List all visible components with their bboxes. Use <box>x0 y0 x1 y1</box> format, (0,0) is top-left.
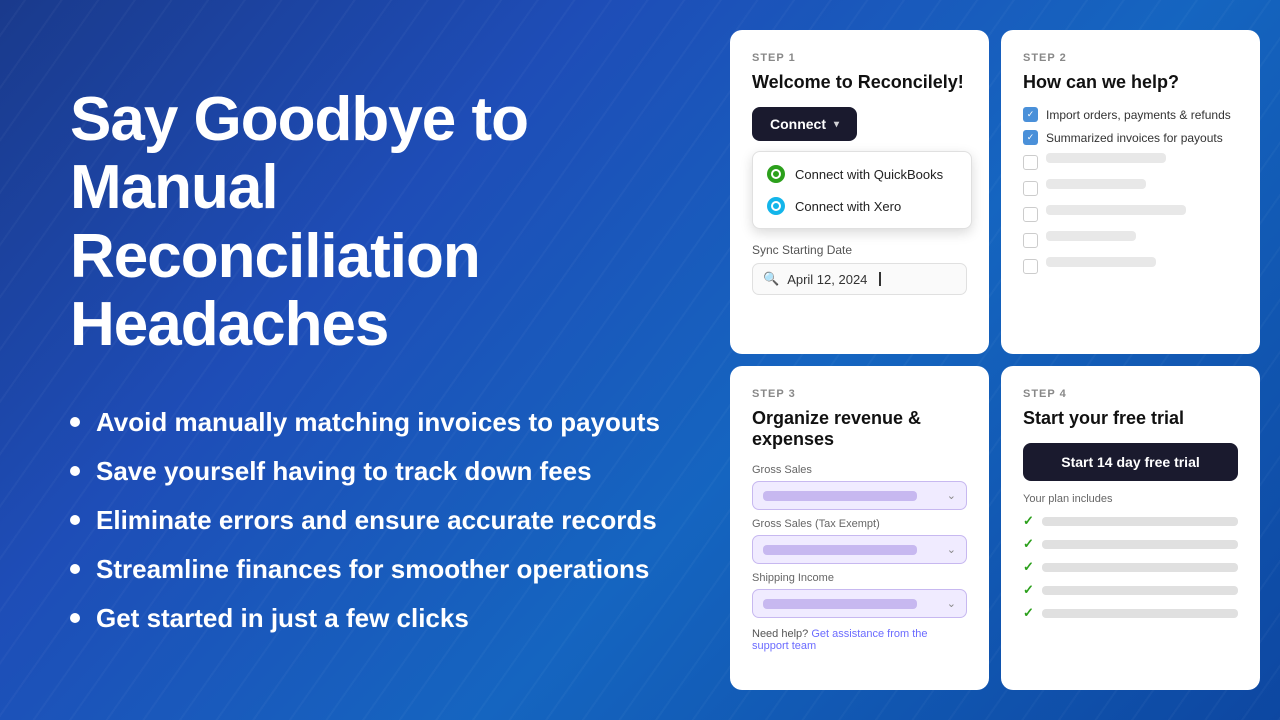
bullet-item: Get started in just a few clicks <box>70 603 660 634</box>
bullet-dot-icon <box>70 417 80 427</box>
shipping-income-label: Shipping Income <box>752 572 967 584</box>
checkbox-unchecked-5 <box>1023 207 1038 222</box>
gross-sales-select[interactable]: ⌄ <box>752 481 967 510</box>
plan-line-3 <box>1042 563 1238 572</box>
connect-button[interactable]: Connect ▾ <box>752 107 857 141</box>
plan-item-3: ✓ <box>1023 559 1238 575</box>
checkbox-unchecked-4 <box>1023 181 1038 196</box>
step1-title: Welcome to Reconcilely! <box>752 72 967 93</box>
gross-sales-tax-value <box>763 545 917 555</box>
checkbox-checked-icon-2: ✓ <box>1023 130 1038 145</box>
chevron-down-icon-3: ⌄ <box>947 597 956 610</box>
chevron-down-icon: ▾ <box>834 119 839 130</box>
plan-item-5: ✓ <box>1023 605 1238 621</box>
connect-btn-label: Connect <box>770 116 826 132</box>
headline: Say Goodbye to Manual Reconciliation Hea… <box>70 86 660 359</box>
plan-item-1: ✓ <box>1023 513 1238 529</box>
step4-label: STEP 4 <box>1023 388 1238 400</box>
checkbox-label-1: Import orders, payments & refunds <box>1046 108 1231 122</box>
connect-dropdown: Connect with QuickBooks Connect with Xer… <box>752 151 972 229</box>
step3-label: STEP 3 <box>752 388 967 400</box>
quickbooks-option[interactable]: Connect with QuickBooks <box>757 158 967 190</box>
shipping-income-value <box>763 599 917 609</box>
date-input[interactable]: 🔍 April 12, 2024 <box>752 263 967 295</box>
checkbox-item-7[interactable] <box>1023 257 1238 275</box>
checkmark-icon: ✓ <box>1027 110 1035 119</box>
plan-line-5 <box>1042 609 1238 618</box>
bullet-dot-icon <box>70 515 80 525</box>
step3-card: STEP 3 Organize revenue & expenses Gross… <box>730 366 989 690</box>
trial-button[interactable]: Start 14 day free trial <box>1023 443 1238 481</box>
bullet-item: Save yourself having to track down fees <box>70 456 660 487</box>
plan-line-4 <box>1042 586 1238 595</box>
checkmark-icon-2: ✓ <box>1027 133 1035 142</box>
chevron-down-icon-2: ⌄ <box>947 543 956 556</box>
date-value: April 12, 2024 <box>787 272 867 287</box>
plan-check-2: ✓ <box>1023 536 1034 552</box>
gross-sales-value <box>763 491 917 501</box>
checkbox-label-2: Summarized invoices for payouts <box>1046 131 1223 145</box>
headline-line1: Say Goodbye to Manual <box>70 85 528 222</box>
step4-card: STEP 4 Start your free trial Start 14 da… <box>1001 366 1260 690</box>
plan-line-1 <box>1042 517 1238 526</box>
left-panel: Say Goodbye to Manual Reconciliation Hea… <box>0 0 720 720</box>
step2-title: How can we help? <box>1023 72 1238 93</box>
step1-card: STEP 1 Welcome to Reconcilely! Connect ▾… <box>730 30 989 354</box>
checkbox-checked-icon: ✓ <box>1023 107 1038 122</box>
xero-label: Connect with Xero <box>795 199 901 214</box>
placeholder-line-4 <box>1046 179 1146 189</box>
placeholder-line-5 <box>1046 205 1186 215</box>
right-panel: STEP 1 Welcome to Reconcilely! Connect ▾… <box>720 0 1280 720</box>
shipping-income-select[interactable]: ⌄ <box>752 589 967 618</box>
plan-check-3: ✓ <box>1023 559 1034 575</box>
checkbox-item-5[interactable] <box>1023 205 1238 223</box>
xero-icon <box>767 197 785 215</box>
xero-option[interactable]: Connect with Xero <box>757 190 967 222</box>
plan-item-2: ✓ <box>1023 536 1238 552</box>
step4-title: Start your free trial <box>1023 408 1238 429</box>
step2-label: STEP 2 <box>1023 52 1238 64</box>
step1-label: STEP 1 <box>752 52 967 64</box>
checkbox-unchecked-7 <box>1023 259 1038 274</box>
plan-check-4: ✓ <box>1023 582 1034 598</box>
checkbox-unchecked-3 <box>1023 155 1038 170</box>
checkbox-item-2[interactable]: ✓ Summarized invoices for payouts <box>1023 130 1238 145</box>
step3-title: Organize revenue & expenses <box>752 408 967 450</box>
bullet-list: Avoid manually matching invoices to payo… <box>70 407 660 634</box>
help-text-static: Need help? <box>752 628 808 640</box>
plan-includes-label: Your plan includes <box>1023 493 1238 505</box>
checkbox-item-1[interactable]: ✓ Import orders, payments & refunds <box>1023 107 1238 122</box>
plan-item-4: ✓ <box>1023 582 1238 598</box>
checkbox-item-3[interactable] <box>1023 153 1238 171</box>
placeholder-line-7 <box>1046 257 1156 267</box>
bullet-dot-icon <box>70 564 80 574</box>
gross-sales-tax-label: Gross Sales (Tax Exempt) <box>752 518 967 530</box>
checkbox-item-4[interactable] <box>1023 179 1238 197</box>
step2-card: STEP 2 How can we help? ✓ Import orders,… <box>1001 30 1260 354</box>
search-icon: 🔍 <box>763 271 779 287</box>
bullet-item: Eliminate errors and ensure accurate rec… <box>70 505 660 536</box>
quickbooks-label: Connect with QuickBooks <box>795 167 943 182</box>
checkbox-item-6[interactable] <box>1023 231 1238 249</box>
gross-sales-tax-select[interactable]: ⌄ <box>752 535 967 564</box>
text-cursor <box>879 272 881 286</box>
plan-line-2 <box>1042 540 1238 549</box>
main-layout: Say Goodbye to Manual Reconciliation Hea… <box>0 0 1280 720</box>
placeholder-line-3 <box>1046 153 1166 163</box>
gross-sales-label: Gross Sales <box>752 464 967 476</box>
chevron-down-icon-1: ⌄ <box>947 489 956 502</box>
quickbooks-icon <box>767 165 785 183</box>
bullet-dot-icon <box>70 613 80 623</box>
bullet-dot-icon <box>70 466 80 476</box>
plan-check-1: ✓ <box>1023 513 1034 529</box>
help-text: Need help? Get assistance from the suppo… <box>752 628 967 652</box>
trial-btn-label: Start 14 day free trial <box>1061 454 1200 470</box>
headline-line2: Reconciliation Headaches <box>70 222 480 359</box>
checkbox-unchecked-6 <box>1023 233 1038 248</box>
sync-date-label: Sync Starting Date <box>752 243 967 257</box>
placeholder-line-6 <box>1046 231 1136 241</box>
plan-check-5: ✓ <box>1023 605 1034 621</box>
bullet-item: Streamline finances for smoother operati… <box>70 554 660 585</box>
bullet-item: Avoid manually matching invoices to payo… <box>70 407 660 438</box>
